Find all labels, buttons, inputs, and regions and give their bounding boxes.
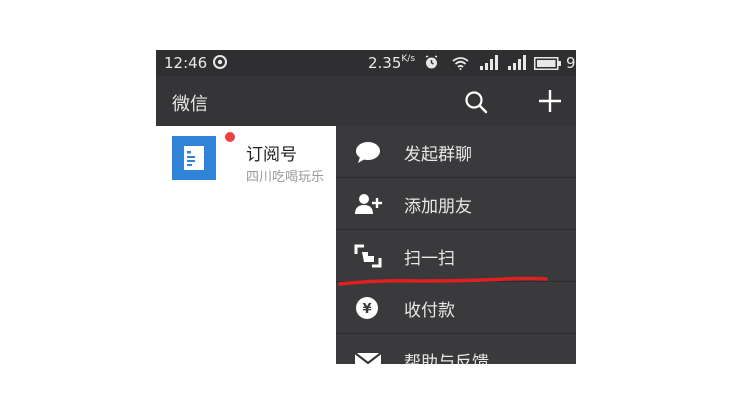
status-bar: 12:46 2.35K/s 9 — [156, 50, 576, 76]
phone-screen: 12:46 2.35K/s 9 微信 订阅号 四川吃喝玩乐 发起群聊 添加朋友 … — [156, 50, 576, 364]
plus-dropdown-menu: 发起群聊 添加朋友 扫一扫 ¥ 收付款 帮助与反馈 — [336, 126, 576, 364]
search-icon[interactable] — [464, 90, 488, 114]
add-friend-icon — [355, 194, 382, 214]
battery-icon — [534, 57, 561, 70]
mail-icon — [354, 352, 382, 364]
menu-item-help-feedback[interactable]: 帮助与反馈 — [336, 334, 576, 364]
sync-icon — [213, 55, 227, 69]
plus-icon[interactable] — [538, 89, 562, 113]
menu-item-group-chat[interactable]: 发起群聊 — [336, 126, 576, 178]
signal-strength-icon — [480, 55, 498, 70]
app-header: 微信 — [156, 76, 576, 126]
menu-item-scan[interactable]: 扫一扫 — [336, 230, 576, 282]
menu-item-payment[interactable]: ¥ 收付款 — [336, 282, 576, 334]
menu-item-add-friend[interactable]: 添加朋友 — [336, 178, 576, 230]
article-icon — [184, 146, 204, 170]
chat-bubble-icon — [356, 142, 380, 163]
wifi-icon — [452, 57, 469, 70]
scan-icon — [354, 244, 382, 268]
chat-preview: 四川吃喝玩乐 — [246, 170, 325, 185]
battery-level: 9 — [566, 54, 576, 72]
payment-icon: ¥ — [356, 297, 378, 319]
chat-name: 订阅号 — [246, 145, 297, 165]
unread-dot — [225, 132, 235, 142]
subscription-avatar — [172, 136, 216, 180]
network-speed: 2.35K/s — [368, 54, 416, 72]
alarm-icon — [425, 55, 438, 69]
status-time: 12:46 — [164, 54, 208, 72]
app-title: 微信 — [172, 94, 208, 115]
signal-strength-secondary-icon — [508, 55, 526, 70]
svg-text:¥: ¥ — [362, 302, 371, 317]
